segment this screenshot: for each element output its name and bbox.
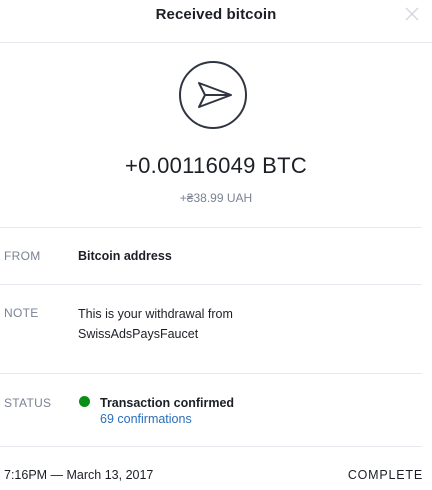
modal-header: Received bitcoin	[0, 0, 432, 43]
confirmations-link[interactable]: 69 confirmations	[100, 412, 192, 426]
divider	[0, 227, 422, 228]
divider	[0, 446, 422, 447]
transaction-timestamp: 7:16PM — March 13, 2017	[4, 468, 154, 482]
send-arrow-icon	[198, 82, 232, 108]
from-label: FROM	[4, 249, 41, 263]
transaction-type-icon	[179, 61, 247, 129]
status-label: STATUS	[4, 396, 52, 410]
divider	[0, 284, 422, 285]
native-amount: +₴38.99 UAH	[179, 191, 253, 205]
note-value: This is your withdrawal from SwissAdsPay…	[78, 307, 233, 341]
note-label: NOTE	[4, 306, 39, 320]
status-indicator	[79, 396, 90, 407]
status-value: Transaction confirmed	[100, 396, 235, 410]
transaction-state: COMPLETE	[347, 468, 423, 482]
divider	[0, 373, 422, 374]
modal-title: Received bitcoin	[155, 6, 277, 23]
crypto-amount: +0.00116049 BTC	[124, 153, 308, 178]
from-value: Bitcoin address	[78, 249, 172, 263]
close-icon[interactable]	[404, 6, 420, 22]
